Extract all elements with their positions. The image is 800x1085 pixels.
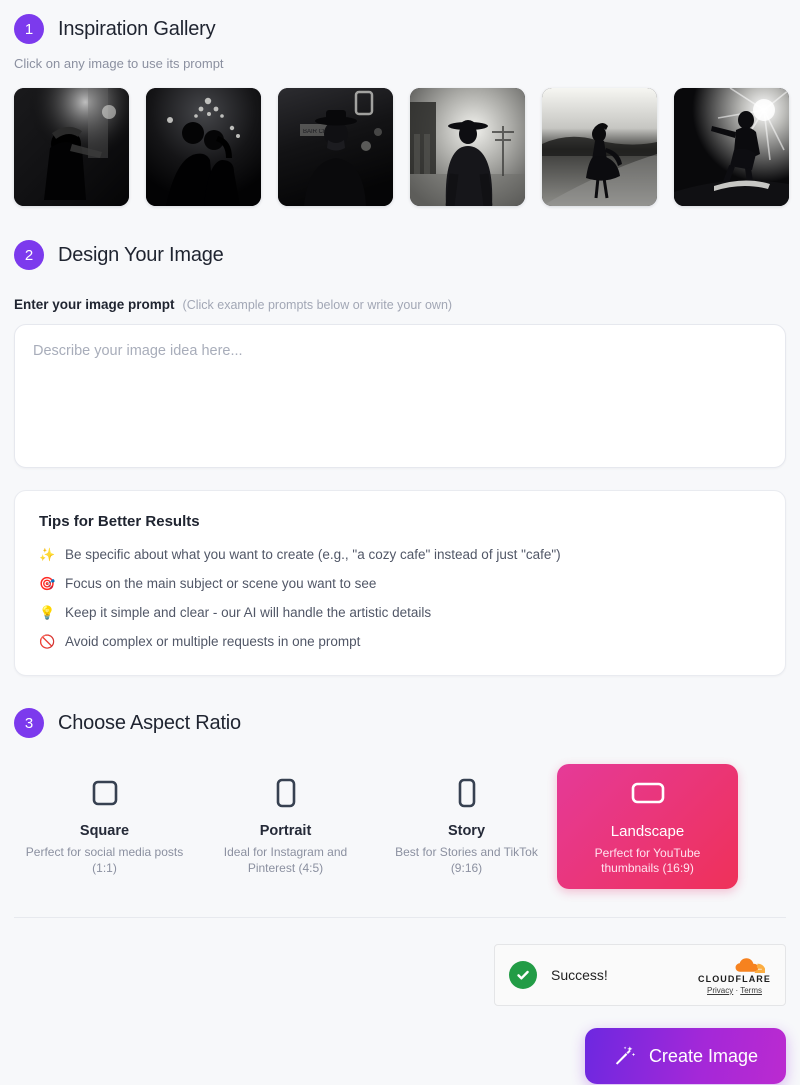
prohibited-icon: 🚫	[39, 634, 56, 649]
design-section: 2 Design Your Image Enter your image pro…	[14, 240, 786, 676]
gallery-section: 1 Inspiration Gallery Click on any image…	[14, 0, 789, 206]
aspect-option-desc: Perfect for social media posts (1:1)	[25, 845, 184, 875]
aspect-option-desc: Best for Stories and TikTok (9:16)	[395, 845, 538, 875]
turnstile-links: Privacy · Terms	[707, 986, 762, 995]
magic-wand-icon	[613, 1045, 636, 1068]
landscape-rect-outline-icon	[631, 777, 665, 809]
tip-item: 🎯 Focus on the main subject or scene you…	[39, 575, 761, 593]
create-button-wrapper: Create Image	[14, 1028, 786, 1084]
aspect-ratio-options: Square Perfect for social media posts (1…	[14, 764, 786, 889]
aspect-option-portrait[interactable]: Portrait Ideal for Instagram and Pintere…	[195, 764, 376, 889]
portrait-rect-outline-icon	[276, 777, 296, 809]
target-icon: 🎯	[39, 576, 56, 591]
aspect-ratio-section: 3 Choose Aspect Ratio Square Perfect for…	[14, 708, 786, 889]
aspect-option-name: Square	[79, 823, 130, 839]
tip-text: Focus on the main subject or scene you w…	[65, 576, 377, 591]
tip-text: Keep it simple and clear - our AI will h…	[65, 605, 432, 620]
aspect-option-name: Landscape	[610, 822, 685, 840]
check-circle-icon	[509, 961, 537, 989]
step-badge-2: 2	[14, 240, 44, 270]
aspect-section-header: 3 Choose Aspect Ratio	[14, 708, 786, 738]
tip-item: 🚫 Avoid complex or multiple requests in …	[39, 633, 761, 651]
tip-item: ✨ Be specific about what you want to cre…	[39, 546, 761, 564]
image-prompt-input[interactable]	[14, 324, 786, 468]
cloudflare-cloud-icon	[733, 956, 766, 973]
terms-link[interactable]: Terms	[740, 986, 762, 995]
tall-rect-outline-icon	[458, 777, 476, 809]
cloudflare-wordmark: CLOUDFLARE	[698, 973, 771, 984]
section-divider	[14, 917, 786, 918]
prompt-hint: (Click example prompts below or write yo…	[182, 298, 453, 312]
tip-item: 💡 Keep it simple and clear - our AI will…	[39, 604, 761, 622]
tip-text: Be specific about what you want to creat…	[65, 547, 561, 562]
link-separator: ·	[735, 985, 739, 995]
turnstile-status-text: Success!	[551, 967, 608, 983]
tip-text: Avoid complex or multiple requests in on…	[65, 634, 361, 649]
create-image-label: Create Image	[648, 1045, 758, 1066]
aspect-option-desc: Ideal for Instagram and Pinterest (4:5)	[223, 845, 348, 875]
step-badge-3: 3	[14, 708, 44, 738]
design-section-header: 2 Design Your Image	[14, 240, 786, 270]
turnstile-wrapper: Success! CLOUDFLARE Privacy · Terms	[14, 944, 786, 1006]
aspect-option-square[interactable]: Square Perfect for social media posts (1…	[14, 764, 195, 889]
sparkles-icon: ✨	[39, 547, 56, 562]
lightbulb-icon: 💡	[39, 605, 56, 620]
prompt-label-row: Enter your image prompt (Click example p…	[14, 297, 786, 312]
gallery-title: Inspiration Gallery	[58, 17, 216, 40]
inspiration-gallery: BAIR CRTY	[14, 88, 789, 206]
aspect-option-name: Story	[447, 823, 486, 839]
gallery-image-detective[interactable]: BAIR CRTY	[278, 88, 393, 206]
tips-card: Tips for Better Results ✨ Be specific ab…	[14, 490, 786, 676]
page-root: 1 Inspiration Gallery Click on any image…	[0, 0, 800, 1085]
aspect-title: Choose Aspect Ratio	[58, 711, 241, 734]
gallery-image-cowboy[interactable]	[410, 88, 525, 206]
cloudflare-brand: CLOUDFLARE Privacy · Terms	[698, 956, 771, 995]
privacy-link[interactable]: Privacy	[707, 986, 733, 995]
aspect-option-story[interactable]: Story Best for Stories and TikTok (9:16)	[376, 764, 557, 889]
prompt-label: Enter your image prompt	[14, 297, 175, 312]
create-image-button[interactable]: Create Image	[584, 1028, 786, 1084]
gallery-image-couple[interactable]	[146, 88, 261, 206]
gallery-image-skater[interactable]	[674, 88, 789, 206]
aspect-option-desc: Perfect for YouTube thumbnails (16:9)	[594, 845, 701, 876]
gallery-subtitle: Click on any image to use its prompt	[14, 56, 224, 71]
step-badge-1: 1	[14, 14, 44, 44]
tips-title: Tips for Better Results	[39, 513, 200, 530]
square-outline-icon	[92, 777, 118, 809]
gallery-section-header: 1 Inspiration Gallery	[14, 14, 786, 44]
gallery-image-dancer[interactable]	[542, 88, 657, 206]
aspect-option-landscape[interactable]: Landscape Perfect for YouTube thumbnails…	[557, 764, 738, 889]
design-title: Design Your Image	[58, 243, 224, 266]
aspect-option-name: Portrait	[259, 823, 312, 839]
cloudflare-turnstile-widget[interactable]: Success! CLOUDFLARE Privacy · Terms	[494, 944, 786, 1006]
gallery-image-violinist[interactable]	[14, 88, 129, 206]
